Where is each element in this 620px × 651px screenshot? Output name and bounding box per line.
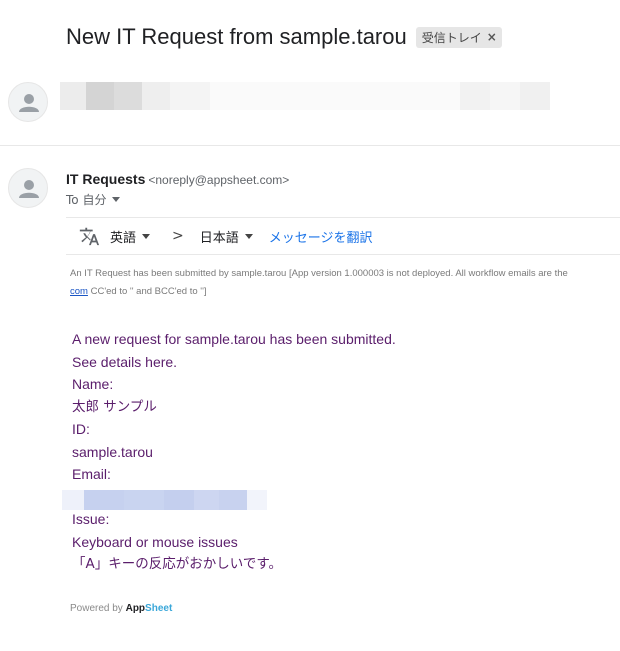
chevron-down-icon bbox=[244, 233, 253, 239]
chevron-down-icon bbox=[142, 233, 151, 239]
person-icon bbox=[19, 94, 39, 112]
id-value: sample.tarou bbox=[72, 443, 153, 460]
sender-email: <noreply@appsheet.com> bbox=[148, 173, 290, 187]
subject-row: New IT Request from sample.tarou 受信トレイ × bbox=[66, 24, 502, 50]
notice-line-2: com CC'ed to '' and BCC'ed to ''] bbox=[70, 283, 620, 301]
email-subject: New IT Request from sample.tarou bbox=[66, 24, 407, 49]
name-label: Name: bbox=[72, 376, 114, 392]
email-body: A new request for sample.tarou has been … bbox=[62, 328, 396, 576]
avatar[interactable] bbox=[8, 82, 48, 122]
appsheet-logo-part1[interactable]: App bbox=[126, 603, 145, 614]
issue-label: Issue: bbox=[72, 511, 110, 527]
issue-detail: 「A」キーの反応がおかしいです。 bbox=[72, 556, 282, 572]
details-link[interactable]: See details here. bbox=[72, 351, 396, 374]
recipient-dropdown[interactable]: To 自分 bbox=[66, 191, 121, 208]
workflow-notice: An IT Request has been submitted by samp… bbox=[70, 265, 620, 301]
inbox-label-text: 受信トレイ bbox=[421, 30, 482, 45]
arrow-right-icon: > bbox=[172, 228, 184, 244]
name-value: 太郎 サンプル bbox=[72, 398, 157, 415]
sender-avatar[interactable] bbox=[8, 168, 48, 208]
inbox-label-chip[interactable]: 受信トレイ × bbox=[415, 26, 502, 48]
appsheet-logo-part2[interactable]: Sheet bbox=[145, 603, 172, 614]
body-intro: A new request for sample.tarou has been … bbox=[72, 331, 396, 347]
translate-bar: 英語 > 日本語 メッセージを翻訳 bbox=[66, 217, 620, 255]
notice-line-1: An IT Request has been submitted by samp… bbox=[70, 268, 568, 279]
source-language-label: 英語 bbox=[110, 230, 137, 246]
person-icon bbox=[19, 180, 39, 198]
translate-icon bbox=[79, 227, 100, 246]
message-divider bbox=[0, 145, 620, 146]
source-language-select[interactable]: 英語 bbox=[110, 227, 151, 246]
issue-value: Keyboard or mouse issues bbox=[72, 533, 238, 550]
id-label: ID: bbox=[72, 421, 90, 437]
target-language-label: 日本語 bbox=[199, 230, 239, 246]
sender-name[interactable]: IT Requests bbox=[66, 171, 145, 187]
notice-link[interactable]: com bbox=[70, 286, 88, 297]
target-language-select[interactable]: 日本語 bbox=[200, 227, 253, 246]
translate-message-link[interactable]: メッセージを翻訳 bbox=[269, 227, 373, 246]
powered-by-footer: Powered by AppSheet bbox=[70, 603, 172, 614]
remove-label-icon[interactable]: × bbox=[487, 30, 497, 44]
email-label: Email: bbox=[72, 466, 111, 482]
chevron-down-icon[interactable] bbox=[112, 197, 121, 202]
collapsed-message-preview-redacted[interactable] bbox=[60, 82, 550, 110]
powered-by-text: Powered by bbox=[70, 603, 126, 614]
recipient-text: To 自分 bbox=[66, 193, 107, 207]
email-value-redacted bbox=[62, 486, 396, 510]
notice-line-2-text: CC'ed to '' and BCC'ed to ''] bbox=[87, 286, 207, 297]
sender-line: IT Requests <noreply@appsheet.com> bbox=[66, 171, 289, 187]
